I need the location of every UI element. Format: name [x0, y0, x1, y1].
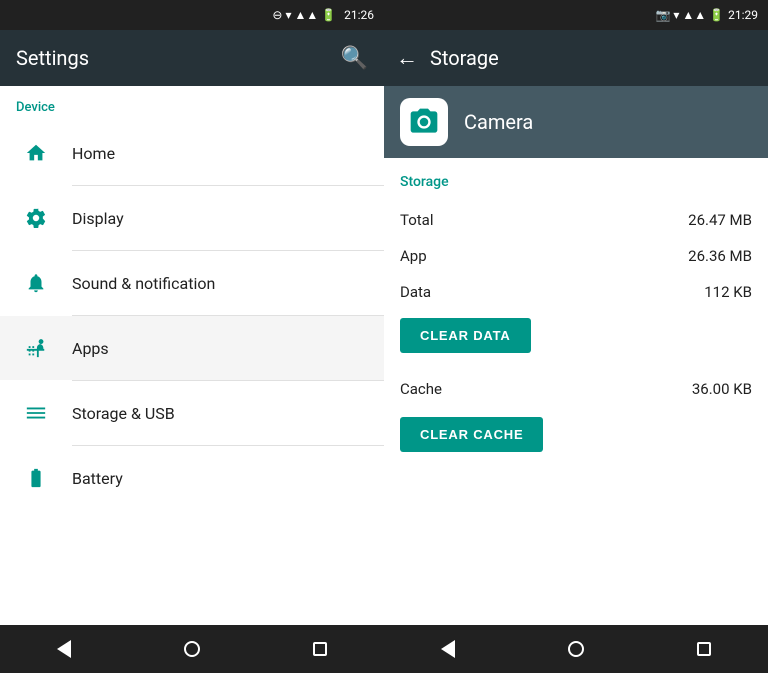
left-time: 21:26 [344, 8, 374, 22]
data-value: 112 KB [704, 283, 752, 301]
left-back-button[interactable] [44, 629, 84, 669]
apps-label: Apps [72, 339, 109, 358]
left-nav-bar [0, 625, 384, 673]
storage-row-data: Data 112 KB [400, 274, 752, 310]
total-value: 26.47 MB [688, 211, 752, 229]
right-panel: 📷 ▾ ▲▲ 🔋 21:29 ← Storage Camera Storage … [384, 0, 768, 673]
data-label: Data [400, 283, 431, 301]
right-toolbar: ← Storage [384, 30, 768, 86]
home-label: Home [72, 144, 115, 163]
app-header: Camera [384, 86, 768, 158]
left-status-icons: ⊖ ▾ ▲▲ 🔋 [272, 8, 336, 22]
cache-row: Cache 36.00 KB [400, 369, 752, 409]
battery-icon [16, 458, 56, 498]
right-back-button[interactable] [428, 629, 468, 669]
left-home-button[interactable] [172, 629, 212, 669]
display-label: Display [72, 209, 124, 228]
sound-list-item[interactable]: Sound & notification [0, 251, 384, 315]
back-icon[interactable]: ← [396, 45, 418, 71]
app-value: 26.36 MB [688, 247, 752, 265]
right-home-button[interactable] [556, 629, 596, 669]
status-bar-left: ⊖ ▾ ▲▲ 🔋 21:26 [0, 0, 384, 30]
search-icon[interactable]: 🔍 [341, 46, 368, 71]
app-name: Camera [464, 110, 533, 134]
right-toolbar-title: Storage [430, 46, 499, 70]
left-panel: ⊖ ▾ ▲▲ 🔋 21:26 Settings 🔍 Device Home [0, 0, 384, 673]
app-icon [400, 98, 448, 146]
left-toolbar-title: Settings [16, 46, 89, 70]
settings-list: Device Home Display [0, 86, 384, 625]
clear-data-button[interactable]: CLEAR DATA [400, 318, 531, 353]
right-time: 21:29 [728, 8, 758, 22]
home-icon [16, 133, 56, 173]
display-list-item[interactable]: Display [0, 186, 384, 250]
storage-content: Storage Total 26.47 MB App 26.36 MB Data… [384, 158, 768, 625]
cache-value: 36.00 KB [692, 380, 752, 398]
storage-row-total: Total 26.47 MB [400, 202, 752, 238]
device-section-label: Device [0, 86, 384, 121]
left-toolbar: Settings 🔍 [0, 30, 384, 86]
storage-row-app: App 26.36 MB [400, 238, 752, 274]
battery-label: Battery [72, 469, 123, 488]
sound-icon [16, 263, 56, 303]
cache-label: Cache [400, 380, 442, 398]
storage-usb-icon [16, 393, 56, 433]
total-label: Total [400, 211, 434, 229]
app-label: App [400, 247, 427, 265]
clear-cache-button[interactable]: CLEAR CACHE [400, 417, 543, 452]
storage-usb-list-item[interactable]: Storage & USB [0, 381, 384, 445]
storage-usb-label: Storage & USB [72, 404, 175, 423]
home-list-item[interactable]: Home [0, 121, 384, 185]
right-recents-button[interactable] [684, 629, 724, 669]
left-recents-button[interactable] [300, 629, 340, 669]
apps-icon [16, 328, 56, 368]
sound-label: Sound & notification [72, 274, 215, 293]
display-icon [16, 198, 56, 238]
apps-list-item[interactable]: Apps [0, 316, 384, 380]
right-status-icons: 📷 ▾ ▲▲ 🔋 [656, 8, 725, 22]
status-bar-right: 📷 ▾ ▲▲ 🔋 21:29 [384, 0, 768, 30]
battery-list-item[interactable]: Battery [0, 446, 384, 510]
storage-section-label: Storage [400, 174, 752, 190]
right-nav-bar [384, 625, 768, 673]
